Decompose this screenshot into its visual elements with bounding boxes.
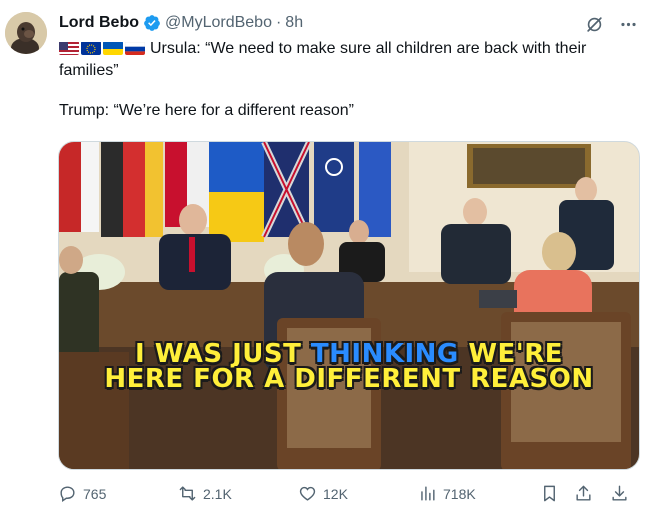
reply-icon [60, 486, 75, 502]
repost-button[interactable]: 2.1K [178, 484, 232, 503]
views-button[interactable]: 718K [418, 484, 476, 503]
top-icons [584, 14, 638, 34]
author-handle[interactable]: @MyLordBebo [165, 14, 272, 32]
ukraine-flag-icon [103, 41, 123, 55]
avatar[interactable] [5, 12, 47, 54]
verified-badge-icon[interactable] [143, 14, 161, 32]
action-bar: 765 2.1K 12K 718K [58, 484, 640, 506]
views-count: 718K [443, 485, 476, 502]
timestamp[interactable]: 8h [285, 14, 303, 32]
share-icon [576, 485, 591, 501]
flag-emojis [59, 41, 145, 55]
repost-icon [179, 486, 196, 501]
tweet-line-trump: Trump: “We’re here for a different reaso… [59, 102, 354, 119]
repost-count: 2.1K [203, 485, 232, 502]
author-name[interactable]: Lord Bebo [59, 14, 139, 32]
like-count: 12K [323, 485, 348, 502]
tweet-header: Lord Bebo @MyLordBebo · 8h [59, 12, 303, 34]
download-button[interactable] [610, 484, 629, 503]
reply-count: 765 [83, 485, 107, 502]
russia-flag-icon [125, 41, 145, 55]
views-chart-icon [421, 486, 435, 501]
us-flag-icon [59, 41, 79, 55]
video-caption-line2: HERE FOR A DIFFERENT REASON [104, 364, 594, 394]
download-icon [612, 485, 627, 501]
video-frame-scene [59, 142, 639, 469]
more-options-icon[interactable] [618, 14, 638, 34]
separator-dot: · [275, 14, 282, 31]
bookmark-button[interactable] [540, 484, 559, 503]
share-button[interactable] [574, 484, 593, 503]
video-media[interactable]: I WAS JUST THINKING WE'RE HERE FOR A DIF… [58, 141, 640, 470]
eu-flag-icon [81, 41, 101, 55]
bookmark-icon [544, 485, 555, 502]
tweet-text: Ursula: “We need to make sure all childr… [59, 38, 644, 122]
like-button[interactable]: 12K [298, 484, 348, 503]
reply-button[interactable]: 765 [58, 484, 106, 503]
grok-icon[interactable] [584, 14, 604, 34]
heart-icon [299, 486, 316, 501]
